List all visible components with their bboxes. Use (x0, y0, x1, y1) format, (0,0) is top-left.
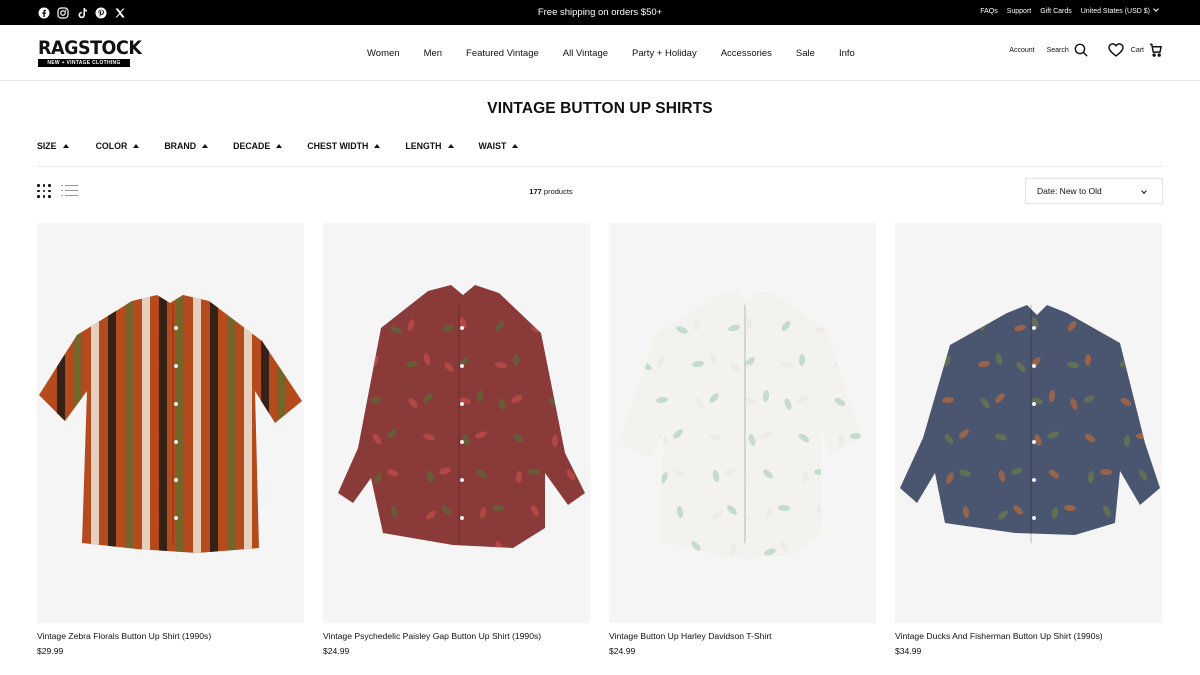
filter-size[interactable]: SIZE (37, 141, 69, 151)
sort-select[interactable]: Date: New to Old (1025, 178, 1163, 204)
filter-waist-label: WAIST (478, 141, 507, 151)
product-count: 177 products (0, 187, 1102, 196)
product-price: $24.99 (323, 646, 350, 656)
main-nav: Women Men Featured Vintage All Vintage P… (367, 48, 855, 59)
filter-chest-width-label: CHEST WIDTH (307, 141, 369, 151)
header-actions: Account Search Cart (1009, 43, 1162, 57)
site-header: RAGSTOCK NEW + VINTAGE CLOTHING Women Me… (0, 25, 1200, 81)
product-price: $29.99 (37, 646, 64, 656)
product-name[interactable]: Vintage Zebra Florals Button Up Shirt (1… (37, 631, 304, 642)
shirt-image (900, 305, 1160, 543)
nav-info[interactable]: Info (839, 48, 855, 59)
currency-label: United States (USD $) (1080, 8, 1150, 15)
nav-party-holiday[interactable]: Party + Holiday (632, 48, 697, 59)
caret-up-icon (512, 144, 519, 148)
sort-selected-value: Date: New to Old (1037, 186, 1102, 196)
gift-cards-link[interactable]: Gift Cards (1040, 8, 1072, 15)
logo[interactable]: RAGSTOCK NEW + VINTAGE CLOTHING (38, 37, 142, 67)
filter-chest-width[interactable]: CHEST WIDTH (307, 141, 381, 151)
faqs-link[interactable]: FAQs (980, 8, 998, 15)
utility-links: FAQs Support Gift Cards United States (U… (980, 6, 1159, 15)
product-card[interactable]: Vintage Zebra Florals Button Up Shirt (1… (37, 223, 304, 656)
product-name[interactable]: Vintage Ducks And Fisherman Button Up Sh… (895, 631, 1162, 642)
nav-men[interactable]: Men (424, 48, 442, 59)
product-image[interactable] (609, 223, 876, 623)
shirt-image (39, 295, 302, 553)
caret-up-icon (447, 144, 454, 148)
filter-waist[interactable]: WAIST (479, 141, 519, 151)
cart-icon[interactable] (1149, 43, 1162, 57)
filter-size-label: SIZE (37, 141, 57, 151)
filter-bar: SIZE COLOR BRAND DECADE CHEST WIDTH LENG… (37, 141, 519, 151)
product-price: $24.99 (609, 646, 636, 656)
cart-link[interactable]: Cart (1131, 47, 1144, 54)
product-price: $34.99 (895, 646, 922, 656)
chevron-down-icon (1141, 188, 1147, 194)
product-card[interactable]: Vintage Ducks And Fisherman Button Up Sh… (895, 223, 1162, 656)
chevron-down-icon (1153, 6, 1159, 12)
filter-brand[interactable]: BRAND (164, 141, 209, 151)
product-grid: Vintage Zebra Florals Button Up Shirt (1… (37, 223, 1163, 656)
caret-up-icon (202, 144, 209, 148)
currency-selector[interactable]: United States (USD $) (1080, 6, 1159, 15)
product-count-number: 177 (529, 187, 542, 196)
product-card[interactable]: Vintage Psychedelic Paisley Gap Button U… (323, 223, 590, 656)
product-name[interactable]: Vintage Button Up Harley Davidson T-Shir… (609, 631, 876, 642)
caret-up-icon (62, 144, 69, 148)
nav-women[interactable]: Women (367, 48, 400, 59)
product-image[interactable] (37, 223, 304, 623)
product-name[interactable]: Vintage Psychedelic Paisley Gap Button U… (323, 631, 590, 642)
search-icon[interactable] (1074, 43, 1088, 57)
logo-tagline: NEW + VINTAGE CLOTHING (38, 59, 130, 67)
product-card[interactable]: Vintage Button Up Harley Davidson T-Shir… (609, 223, 876, 656)
product-count-label: products (543, 187, 573, 196)
caret-up-icon (374, 144, 381, 148)
nav-all-vintage[interactable]: All Vintage (563, 48, 608, 59)
nav-accessories[interactable]: Accessories (721, 48, 772, 59)
announcement-bar: Free shipping on orders $50+ FAQs Suppor… (0, 0, 1200, 25)
logo-wordmark: RAGSTOCK (38, 37, 142, 59)
filter-color-label: COLOR (95, 141, 128, 151)
product-image[interactable] (895, 223, 1162, 623)
search-link[interactable]: Search (1047, 47, 1069, 54)
nav-sale[interactable]: Sale (796, 48, 815, 59)
account-link[interactable]: Account (1009, 47, 1034, 54)
shirt-image (338, 285, 585, 548)
product-image[interactable] (323, 223, 590, 623)
caret-up-icon (133, 144, 140, 148)
filter-length[interactable]: LENGTH (405, 141, 454, 151)
shirt-image (619, 291, 861, 558)
filter-color[interactable]: COLOR (96, 141, 140, 151)
nav-featured-vintage[interactable]: Featured Vintage (466, 48, 539, 59)
caret-up-icon (276, 144, 283, 148)
heart-icon[interactable] (1108, 43, 1124, 57)
filter-length-label: LENGTH (405, 141, 442, 151)
filter-decade-label: DECADE (233, 141, 271, 151)
filter-brand-label: BRAND (164, 141, 197, 151)
support-link[interactable]: Support (1007, 8, 1032, 15)
divider (37, 166, 1163, 167)
filter-decade[interactable]: DECADE (233, 141, 283, 151)
page-title: VINTAGE BUTTON UP SHIRTS (487, 100, 713, 117)
